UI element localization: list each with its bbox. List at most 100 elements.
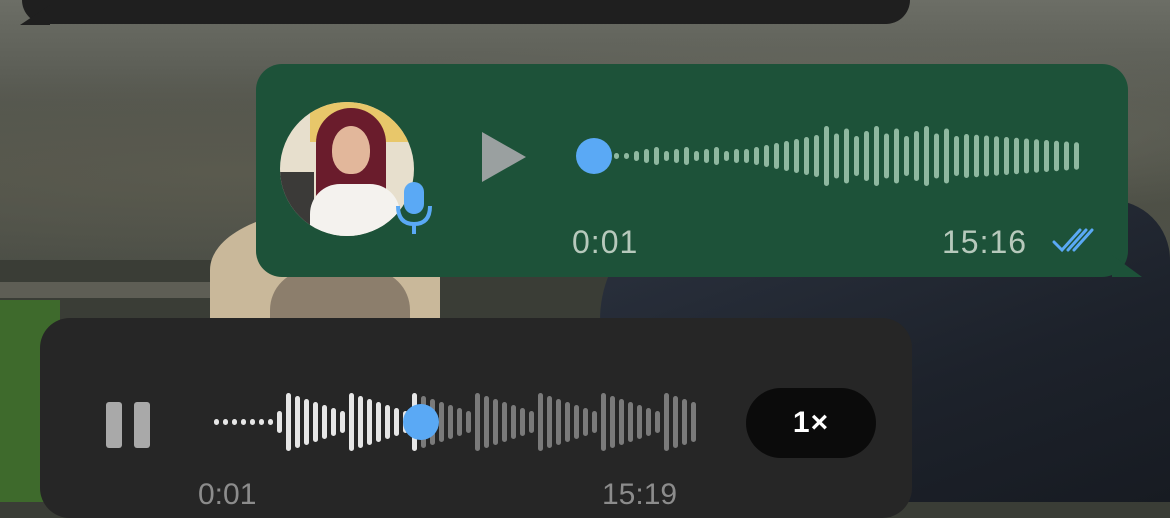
waveform-bar <box>610 396 615 448</box>
message-time: 15:16 <box>942 224 1028 260</box>
waveform-bar <box>954 136 959 176</box>
waveform-bar <box>624 153 629 159</box>
waveform-bar <box>974 134 979 178</box>
avatar-shirt <box>310 184 400 236</box>
waveform-bar <box>574 405 579 439</box>
waveform-bar <box>673 396 678 448</box>
waveform-bar <box>834 133 839 179</box>
waveform-bar <box>644 149 649 163</box>
waveform-bar <box>250 419 255 425</box>
waveform-bar <box>1074 142 1079 170</box>
waveform-bar <box>232 419 237 425</box>
outgoing-waveform[interactable] <box>576 120 1086 190</box>
waveform-bar <box>894 128 899 184</box>
waveform-bar <box>592 411 597 433</box>
incoming-waveform[interactable] <box>210 386 700 456</box>
waveform-bar <box>1034 139 1039 173</box>
waveform-bar <box>764 145 769 167</box>
waveform-bar <box>349 393 354 451</box>
waveform-bar <box>367 399 372 445</box>
waveform-bar <box>914 131 919 181</box>
waveform-bar <box>214 419 219 425</box>
waveform-bar <box>904 136 909 176</box>
waveform-bar <box>493 399 498 445</box>
outgoing-voice-message[interactable]: 0:01 15:16 <box>256 64 1142 277</box>
waveform-bar <box>1054 140 1059 172</box>
waveform-bar <box>794 139 799 173</box>
playback-thumb[interactable] <box>403 404 439 440</box>
waveform-bar <box>304 399 309 445</box>
waveform-bar <box>457 408 462 436</box>
playback-thumb[interactable] <box>576 138 612 174</box>
waveform-bar <box>628 402 633 442</box>
waveform-bar <box>924 126 929 186</box>
previous-message-bubble[interactable] <box>20 0 910 25</box>
waveform-bar <box>277 411 282 433</box>
waveform-bar <box>704 149 709 163</box>
waveform-bar <box>295 396 300 448</box>
playback-speed-label: 1× <box>792 406 830 439</box>
waveform-bar <box>694 151 699 161</box>
waveform-bar <box>484 396 489 448</box>
waveform-bar <box>664 151 669 161</box>
waveform-bar <box>691 402 696 442</box>
waveform-bar <box>814 135 819 177</box>
play-icon[interactable] <box>478 130 528 184</box>
waveform-bar <box>502 402 507 442</box>
waveform-bar <box>804 137 809 175</box>
waveform-bar <box>734 149 739 163</box>
waveform-bar <box>529 411 534 433</box>
waveform-bar <box>934 133 939 179</box>
waveform-bar <box>1004 137 1009 175</box>
waveform-bar <box>1044 140 1049 172</box>
waveform-bar <box>874 126 879 186</box>
waveform-bar <box>614 153 619 159</box>
waveform-bar <box>376 402 381 442</box>
waveform-bar <box>674 149 679 163</box>
waveform-bar <box>601 393 606 451</box>
pause-icon[interactable] <box>104 402 152 450</box>
waveform-bar <box>714 147 719 165</box>
waveform-bar <box>684 147 689 165</box>
waveform-bar <box>511 405 516 439</box>
waveform-bar <box>637 405 642 439</box>
waveform-bar <box>241 419 246 425</box>
microphone-icon <box>396 182 432 234</box>
waveform-bar <box>583 408 588 436</box>
double-check-icon <box>1052 228 1094 253</box>
waveform-bar <box>358 396 363 448</box>
waveform-bar <box>654 147 659 165</box>
waveform-bar <box>754 147 759 165</box>
waveform-bar <box>664 393 669 451</box>
waveform-bar <box>634 151 639 161</box>
waveform-bar <box>259 419 264 425</box>
waveform-bar <box>655 411 660 433</box>
waveform-bar <box>547 396 552 448</box>
waveform-bar <box>1064 141 1069 171</box>
waveform-bar <box>394 408 399 436</box>
waveform-bar <box>884 133 889 179</box>
waveform-bar <box>448 405 453 439</box>
waveform-bar <box>565 402 570 442</box>
waveform-bar <box>1014 137 1019 175</box>
waveform-bar <box>844 128 849 184</box>
waveform-bar <box>340 411 345 433</box>
playback-speed-button[interactable]: 1× <box>746 388 876 458</box>
waveform-bar <box>439 402 444 442</box>
avatar-face <box>332 126 370 174</box>
waveform-bar <box>864 131 869 181</box>
waveform-bar <box>682 399 687 445</box>
waveform-bar <box>313 402 318 442</box>
waveform-bar <box>538 393 543 451</box>
waveform-bar <box>994 136 999 176</box>
avatar-shadow <box>280 172 314 236</box>
waveform-bar <box>724 151 729 161</box>
waveform-bar <box>744 149 749 163</box>
waveform-bar <box>854 136 859 176</box>
waveform-bar <box>466 411 471 433</box>
voice-duration: 0:01 <box>572 224 639 260</box>
waveform-bar <box>824 126 829 186</box>
waveform-bar <box>944 128 949 184</box>
voice-player-bar[interactable]: 1× 0:01 15:19 <box>40 318 912 518</box>
waveform-bar <box>556 399 561 445</box>
